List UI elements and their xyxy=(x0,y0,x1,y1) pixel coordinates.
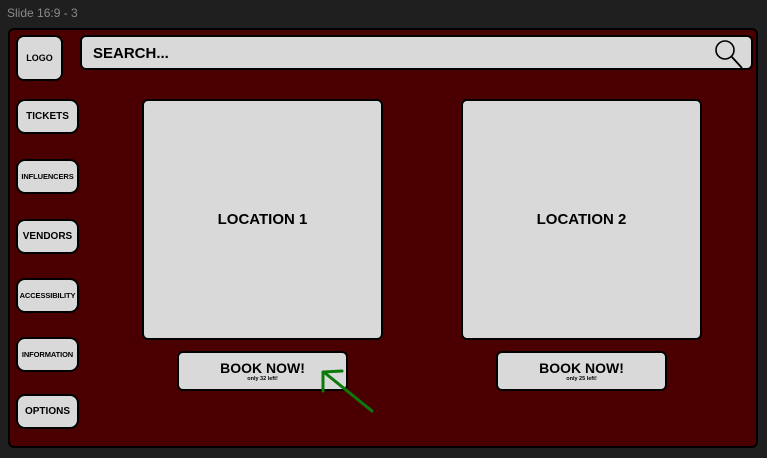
availability-note: only 32 left! xyxy=(247,376,278,382)
logo[interactable]: LOGO xyxy=(16,35,63,81)
location-card-2[interactable]: LOCATION 2 xyxy=(461,99,702,340)
sidebar-item-accessibility[interactable]: ACCESSIBILITY xyxy=(16,278,79,313)
slide-frame-title: Slide 16:9 - 3 xyxy=(7,6,78,20)
sidebar-item-options[interactable]: OPTIONS xyxy=(16,394,79,429)
location-title: LOCATION 1 xyxy=(217,211,308,228)
search-bar[interactable]: SEARCH... xyxy=(80,35,753,70)
sidebar-item-influencers[interactable]: INFLUENCERS xyxy=(16,159,79,194)
book-now-label: BOOK NOW! xyxy=(220,360,305,376)
book-now-label: BOOK NOW! xyxy=(539,360,624,376)
location-title: LOCATION 2 xyxy=(536,211,627,228)
sidebar-item-information[interactable]: INFORMATION xyxy=(16,337,79,372)
book-now-button-2[interactable]: BOOK NOW! only 25 left! xyxy=(496,351,667,391)
search-placeholder: SEARCH... xyxy=(93,45,169,62)
availability-note: only 25 left! xyxy=(566,376,597,382)
magnifier-icon[interactable] xyxy=(713,38,745,75)
sidebar-item-vendors[interactable]: VENDORS xyxy=(16,219,79,254)
annotation-arrow-icon xyxy=(321,369,374,413)
location-card-1[interactable]: LOCATION 1 xyxy=(142,99,383,340)
sidebar-item-tickets[interactable]: TICKETS xyxy=(16,99,79,134)
